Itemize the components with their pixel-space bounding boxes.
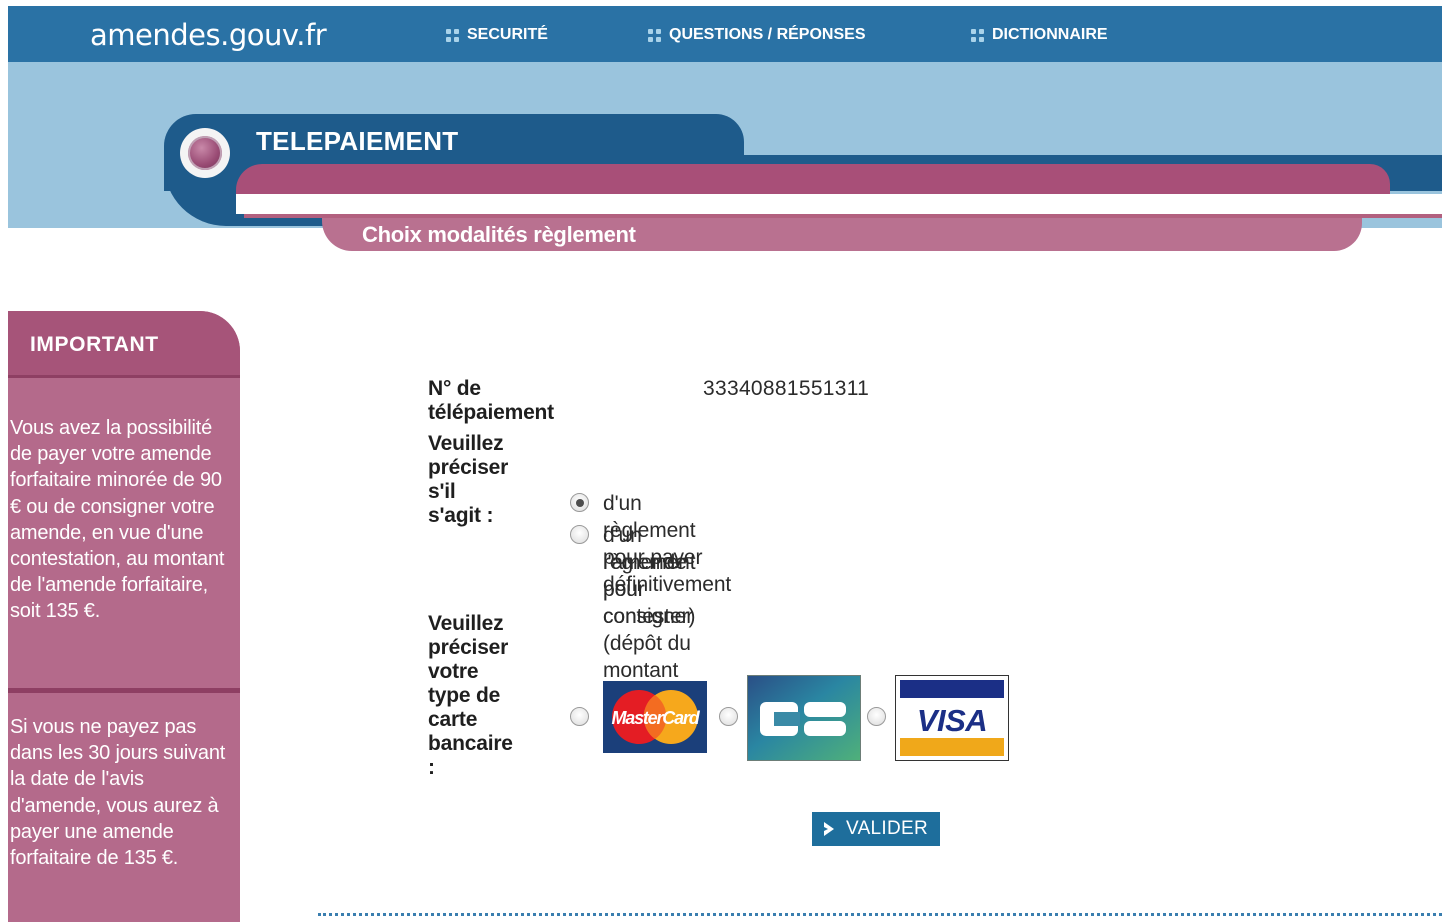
- sidebar-heading: IMPORTANT: [30, 333, 159, 356]
- cb-logo[interactable]: CB: [747, 675, 861, 761]
- header-pink-strip: [236, 164, 1390, 194]
- mastercard-icon: MasterCard: [603, 681, 707, 753]
- nav-item-label: QUESTIONS / RÉPONSES: [669, 26, 866, 43]
- mastercard-logo[interactable]: MasterCard: [603, 681, 707, 753]
- sidebar-header: IMPORTANT: [8, 311, 240, 378]
- visa-logo[interactable]: VISA: [895, 675, 1009, 761]
- step-subtitle-tab: Choix modalités règlement: [322, 218, 1362, 251]
- dots-grid-icon: [648, 28, 661, 42]
- radio-card-cb[interactable]: [719, 707, 738, 726]
- radio-card-mastercard[interactable]: [570, 707, 589, 726]
- visa-icon: VISA: [896, 676, 1008, 760]
- sidebar-paragraph-2: Si vous ne payez pas dans les 30 jours s…: [10, 716, 226, 870]
- radio-card-visa[interactable]: [867, 707, 886, 726]
- important-sidebar: IMPORTANT Vous avez la possibilité de pa…: [8, 311, 240, 922]
- nav-item-dictionnaire[interactable]: DICTIONNAIRE: [971, 24, 1108, 46]
- nav-item-questions-reponses[interactable]: QUESTIONS / RÉPONSES: [648, 24, 865, 46]
- top-navigation-bar: amendes.gouv.fr SECURITÉ QUESTIONS / RÉP…: [8, 6, 1442, 62]
- telepaiement-number-label: N° de télépaiement: [428, 377, 554, 424]
- telepaiement-number-value: 33340881551311: [703, 377, 870, 400]
- nav-item-securite[interactable]: SECURITÉ: [446, 24, 548, 46]
- footer-dotted-divider: [318, 913, 1442, 916]
- sidebar-paragraph-1: Vous avez la possibilité de payer votre …: [10, 417, 225, 623]
- sidebar-divider: [8, 688, 240, 693]
- card-type-question: Veuillez préciser votre type de carte ba…: [428, 612, 513, 779]
- valider-button-label: VALIDER: [846, 818, 928, 839]
- payment-type-question: Veuillez préciser s'il s'agit :: [428, 432, 509, 527]
- nav-item-label: DICTIONNAIRE: [992, 26, 1108, 43]
- radio-payer-definitivement[interactable]: [570, 493, 589, 512]
- circle-badge-icon: [180, 128, 230, 178]
- header-separator: [236, 194, 1442, 214]
- radio-consigner[interactable]: [570, 525, 589, 544]
- dots-grid-icon: [446, 28, 459, 42]
- page-title: TELEPAIEMENT: [256, 126, 459, 156]
- option-consigner-label-line2[interactable]: l'amende pour contester): [603, 549, 695, 630]
- nav-item-label: SECURITÉ: [467, 26, 548, 43]
- chevron-right-icon: [824, 822, 834, 836]
- site-logo[interactable]: amendes.gouv.fr: [90, 18, 327, 52]
- valider-button[interactable]: VALIDER: [812, 812, 940, 846]
- mastercard-wordmark: MasterCard: [611, 708, 700, 728]
- visa-wordmark: VISA: [917, 703, 987, 738]
- dots-grid-icon: [971, 28, 984, 42]
- step-subtitle: Choix modalités règlement: [362, 222, 636, 247]
- cb-icon: CB: [748, 676, 860, 760]
